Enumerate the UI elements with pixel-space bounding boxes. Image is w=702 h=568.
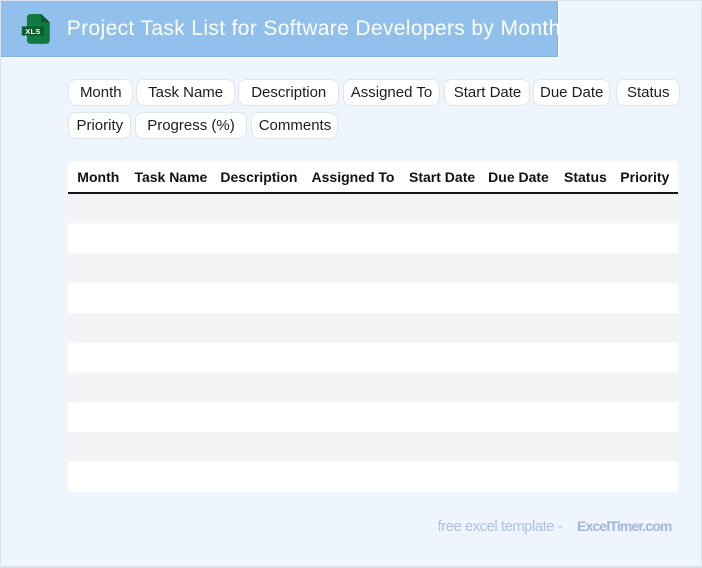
svg-text:XLS: XLS: [25, 27, 40, 36]
